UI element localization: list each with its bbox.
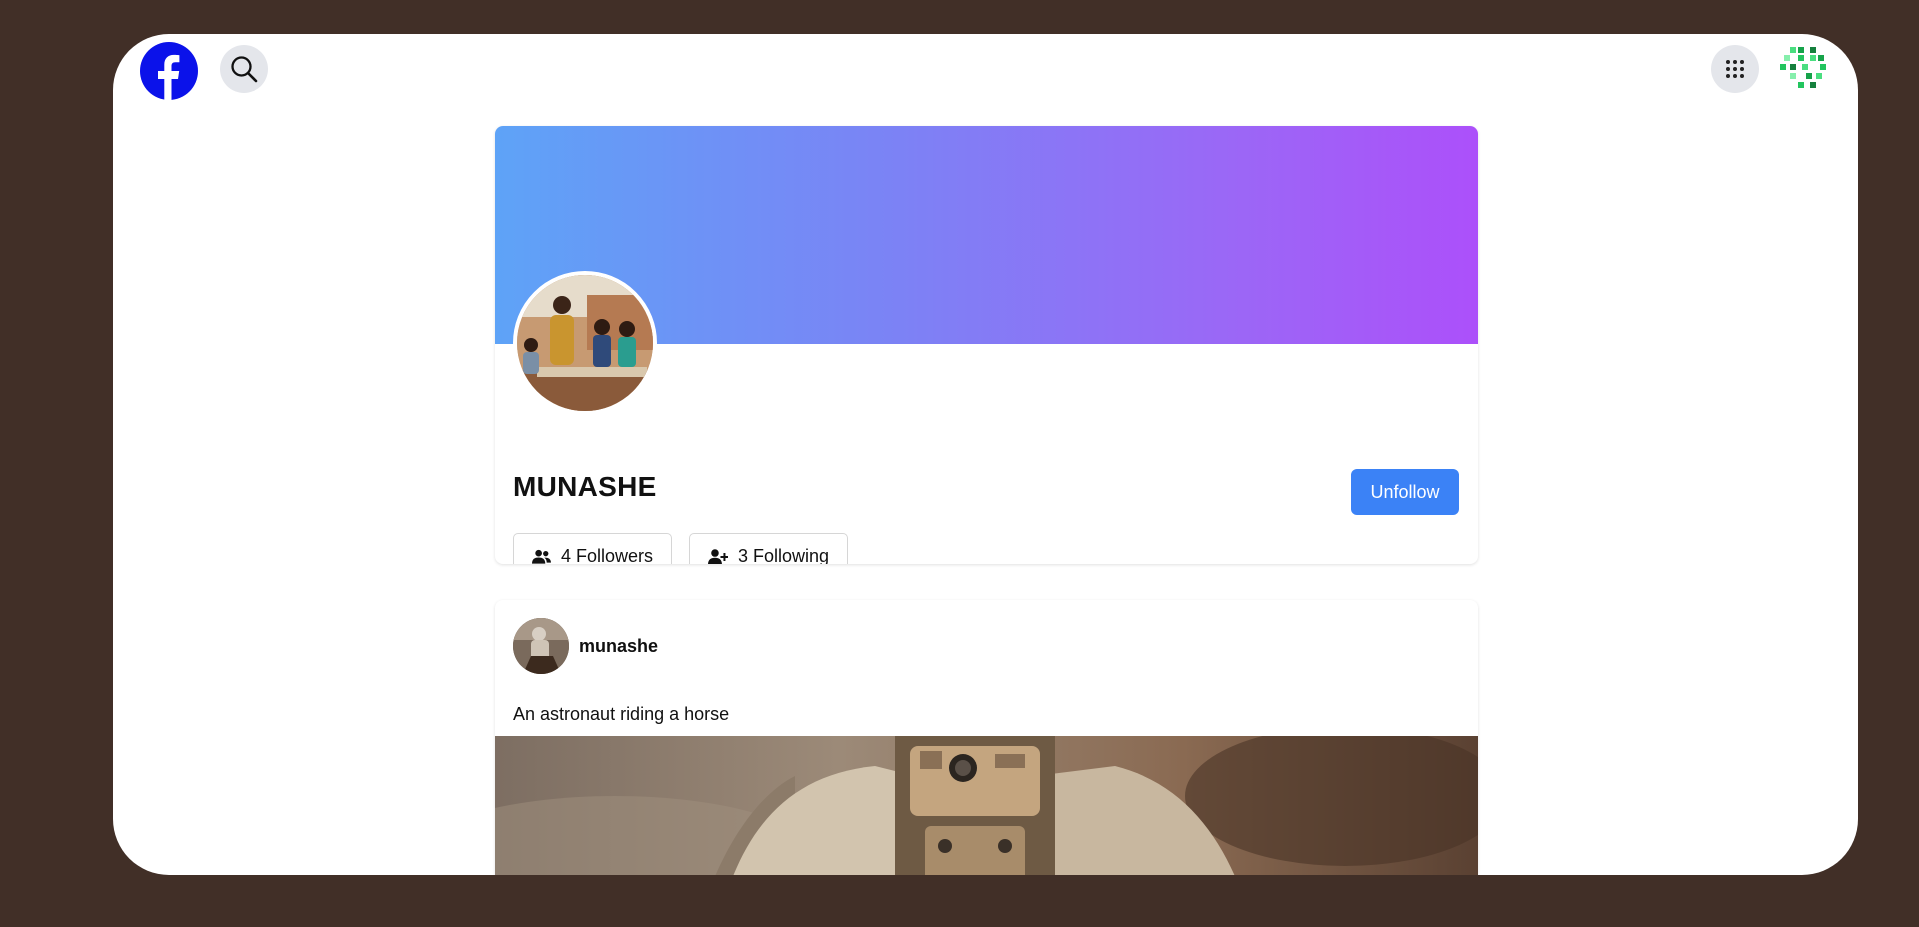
profile-card: MUNASHE Unfollow 4 Followers 3 Following — [495, 126, 1478, 564]
facebook-logo-icon[interactable] — [140, 42, 198, 100]
following-button[interactable]: 3 Following — [689, 533, 848, 564]
followers-count: 4 — [560, 546, 571, 564]
profile-name: MUNASHE — [513, 471, 657, 502]
post-text: An astronaut riding a horse — [513, 704, 730, 724]
followers-label: Followers — [575, 546, 653, 564]
post-author-name[interactable]: munashe — [579, 636, 658, 657]
post-author-avatar[interactable] — [513, 618, 569, 674]
facebook-f-glyph — [158, 54, 180, 100]
profile-photo-illustration — [517, 275, 653, 411]
post-card: munashe An astronaut riding a horse — [495, 600, 1478, 875]
unfollow-button[interactable]: Unfollow — [1351, 469, 1459, 515]
app-window: MUNASHE Unfollow 4Followers 3Following — [113, 34, 1858, 875]
account-avatar[interactable] — [1780, 47, 1832, 91]
user-identicon — [1780, 47, 1826, 88]
search-icon — [231, 56, 258, 83]
apps-menu-button[interactable] — [1711, 45, 1759, 93]
user-plus-icon — [708, 548, 728, 564]
followers-button[interactable]: 4 Followers — [513, 533, 672, 564]
users-icon — [532, 549, 551, 564]
grid-menu-icon — [1726, 60, 1744, 78]
post-image-illustration — [495, 736, 1478, 875]
following-count: 3 — [737, 546, 748, 564]
following-label: Following — [752, 546, 829, 564]
search-button[interactable] — [220, 45, 268, 93]
post-author-avatar-image — [513, 618, 569, 674]
post-image[interactable] — [495, 736, 1478, 875]
profile-photo[interactable] — [513, 271, 657, 415]
